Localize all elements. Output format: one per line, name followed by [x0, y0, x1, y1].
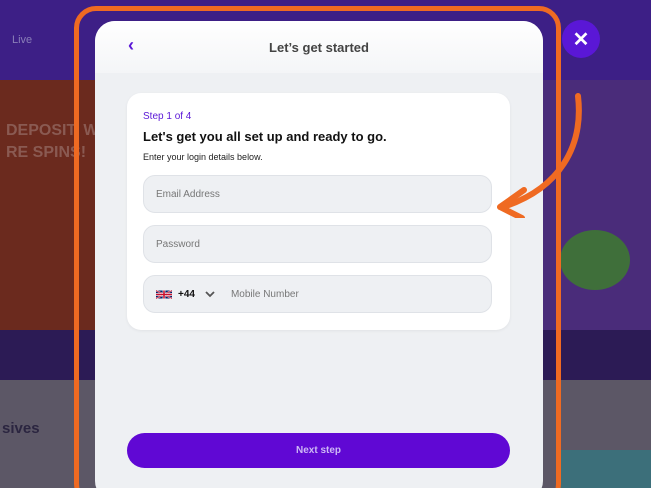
- country-code-select[interactable]: +44: [144, 276, 223, 312]
- mobile-input[interactable]: [222, 276, 491, 312]
- dial-code: +44: [178, 288, 195, 300]
- password-input[interactable]: [144, 226, 491, 262]
- card-subtext: Enter your login details below.: [143, 152, 263, 162]
- next-step-button[interactable]: Next step: [127, 433, 510, 468]
- modal-title: Let’s get started: [269, 39, 369, 55]
- password-field[interactable]: [143, 225, 492, 263]
- modal-header: ‹ Let’s get started: [95, 21, 543, 73]
- step-indicator: Step 1 of 4: [143, 111, 192, 122]
- email-field[interactable]: [143, 175, 492, 213]
- chevron-down-icon: [205, 290, 215, 297]
- back-button[interactable]: ‹: [128, 35, 134, 56]
- background-character-image: [560, 230, 630, 290]
- close-icon: ✕: [572, 28, 590, 51]
- email-input[interactable]: [144, 176, 491, 212]
- chevron-left-icon: ‹: [128, 35, 134, 55]
- annotation-arrow-icon: [497, 93, 582, 218]
- mobile-input-wrap: [222, 276, 491, 312]
- signup-card: Step 1 of 4 Let's get you all set up and…: [127, 93, 510, 330]
- background-hero-text: DEPOSIT, W RE SPINS!: [6, 122, 99, 161]
- card-heading: Let's get you all set up and ready to go…: [143, 129, 387, 144]
- background-tile: [560, 450, 651, 488]
- signup-modal: ‹ Let’s get started Step 1 of 4 Let's ge…: [95, 21, 543, 488]
- background-topbar-label: Live: [12, 34, 33, 46]
- mobile-field: +44: [143, 275, 492, 313]
- background-lower-heading: sives: [2, 420, 40, 437]
- close-button[interactable]: ✕: [562, 20, 600, 58]
- uk-flag-icon: [156, 289, 172, 299]
